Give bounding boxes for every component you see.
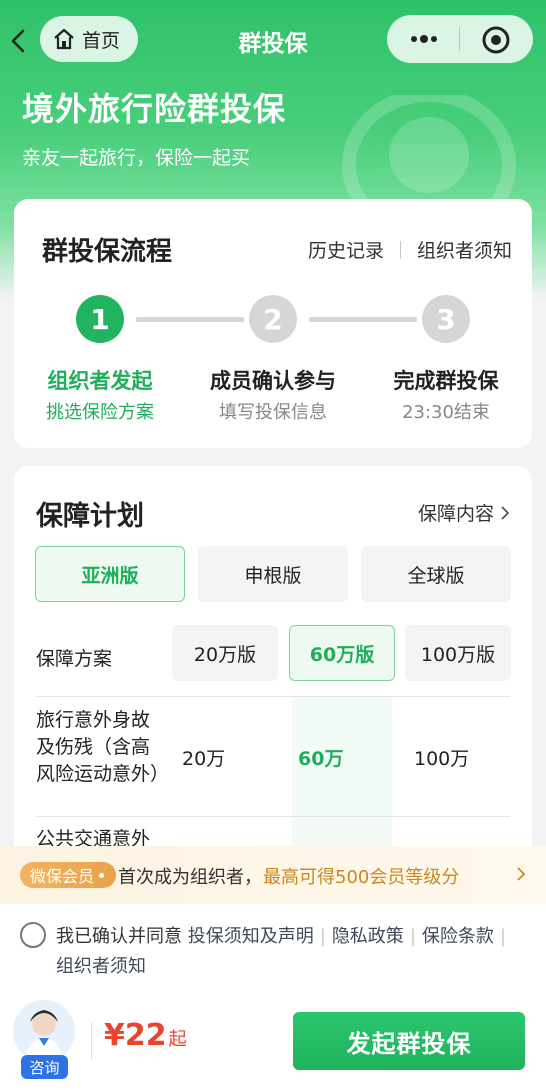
step-3-subtitle: 23:30结束 <box>402 402 490 423</box>
banner-highlight: 最高可得500会员等级分 <box>263 867 460 888</box>
member-banner[interactable]: 微保会员 首次成为组织者， 最高可得500会员等级分 <box>0 846 546 904</box>
mini-program-capsule <box>387 15 533 63</box>
start-group-insurance-button[interactable]: 发起群投保 <box>293 1012 525 1070</box>
capsule-divider <box>459 27 460 51</box>
price-value: 22 <box>124 1018 167 1053</box>
process-links: 历史记录 组织者须知 <box>308 236 512 263</box>
amount-option-60[interactable]: 60万版 <box>289 625 395 681</box>
coverage-value-selected: 60万 <box>298 748 344 770</box>
price-suffix: 起 <box>168 1029 187 1050</box>
consult-button[interactable]: 咨询 <box>21 1055 68 1079</box>
price-currency: ¥ <box>104 1018 125 1053</box>
agreement-text: 我已确认并同意 投保须知及声明 | 隐私政策 | 保险条款 | 组织者须知 <box>56 922 526 982</box>
step-connector <box>309 317 417 322</box>
step-3-number: 3 <box>422 295 470 343</box>
process-card: 群投保流程 历史记录 组织者须知 1 2 3 组织者发起 挑选保险方案 成员确认… <box>14 199 532 448</box>
coverage-details-link[interactable]: 保障内容 <box>418 499 510 526</box>
step-1-subtitle: 挑选保险方案 <box>46 402 154 423</box>
organizer-notice-link[interactable]: 组织者须知 <box>417 236 512 263</box>
table-divider <box>36 696 510 697</box>
privacy-policy-link[interactable]: 隐私政策 <box>332 926 404 947</box>
step-3-title: 完成群投保 <box>393 369 499 393</box>
link-separator: | <box>409 926 416 947</box>
person-avatar-icon <box>13 1000 75 1062</box>
chevron-right-icon <box>517 867 526 881</box>
step-connector <box>136 317 244 322</box>
step-2-number: 2 <box>249 295 297 343</box>
step-2-title: 成员确认参与 <box>210 369 336 393</box>
agreement-prefix: 我已确认并同意 <box>56 926 182 947</box>
coverage-row-label: 旅行意外身故及伤残（含高风险运动意外） <box>36 709 170 785</box>
history-link[interactable]: 历史记录 <box>308 236 384 263</box>
coverage-value: 20万 <box>182 748 226 770</box>
version-tab-asia[interactable]: 亚洲版 <box>35 546 185 602</box>
more-dots-icon[interactable] <box>406 25 442 53</box>
process-title: 群投保流程 <box>42 237 173 267</box>
bottom-panel: 我已确认并同意 投保须知及声明 | 隐私政策 | 保险条款 | 组织者须知 咨询 ¥22 起… <box>0 904 546 1091</box>
member-badge: 微保会员 <box>20 862 117 888</box>
step-1-title: 组织者发起 <box>47 369 153 393</box>
step-2-subtitle: 填写投保信息 <box>219 402 327 423</box>
insurance-terms-link[interactable]: 保险条款 <box>422 926 494 947</box>
banner-text: 首次成为组织者， <box>118 867 262 888</box>
amount-option-100[interactable]: 100万版 <box>405 625 511 681</box>
consultant-avatar[interactable] <box>13 1000 75 1062</box>
insurance-notice-link[interactable]: 投保须知及声明 <box>188 926 314 947</box>
link-divider <box>399 240 401 259</box>
chevron-right-icon <box>501 505 510 520</box>
table-divider <box>36 816 510 817</box>
member-badge-label: 微保会员 <box>30 867 95 886</box>
version-tab-global[interactable]: 全球版 <box>361 546 511 602</box>
coverage-plan-card: 保障计划 保障内容 亚洲版 申根版 全球版 保障方案 20万版 60万版 100… <box>14 466 532 886</box>
link-separator: | <box>499 926 506 947</box>
footer-divider <box>91 1022 92 1060</box>
agree-checkbox[interactable] <box>20 922 46 948</box>
coverage-value: 100万 <box>414 748 470 770</box>
scheme-label: 保障方案 <box>36 648 113 670</box>
hero-subtitle: 亲友一起旅行，保险一起买 <box>22 147 251 169</box>
hero-title: 境外旅行险群投保 <box>22 90 287 128</box>
amount-option-20[interactable]: 20万版 <box>172 625 278 681</box>
link-separator: | <box>319 926 326 947</box>
coverage-details-label: 保障内容 <box>417 503 494 525</box>
close-target-icon[interactable] <box>481 25 511 55</box>
nav-bar: 首页 群投保 <box>0 0 546 76</box>
badge-dot <box>99 872 105 878</box>
version-tab-schengen[interactable]: 申根版 <box>198 546 348 602</box>
organizer-notice-link[interactable]: 组织者须知 <box>56 956 146 977</box>
plan-title: 保障计划 <box>36 501 144 532</box>
step-1-number: 1 <box>76 295 124 343</box>
price-display: ¥22 起 <box>104 1018 187 1053</box>
